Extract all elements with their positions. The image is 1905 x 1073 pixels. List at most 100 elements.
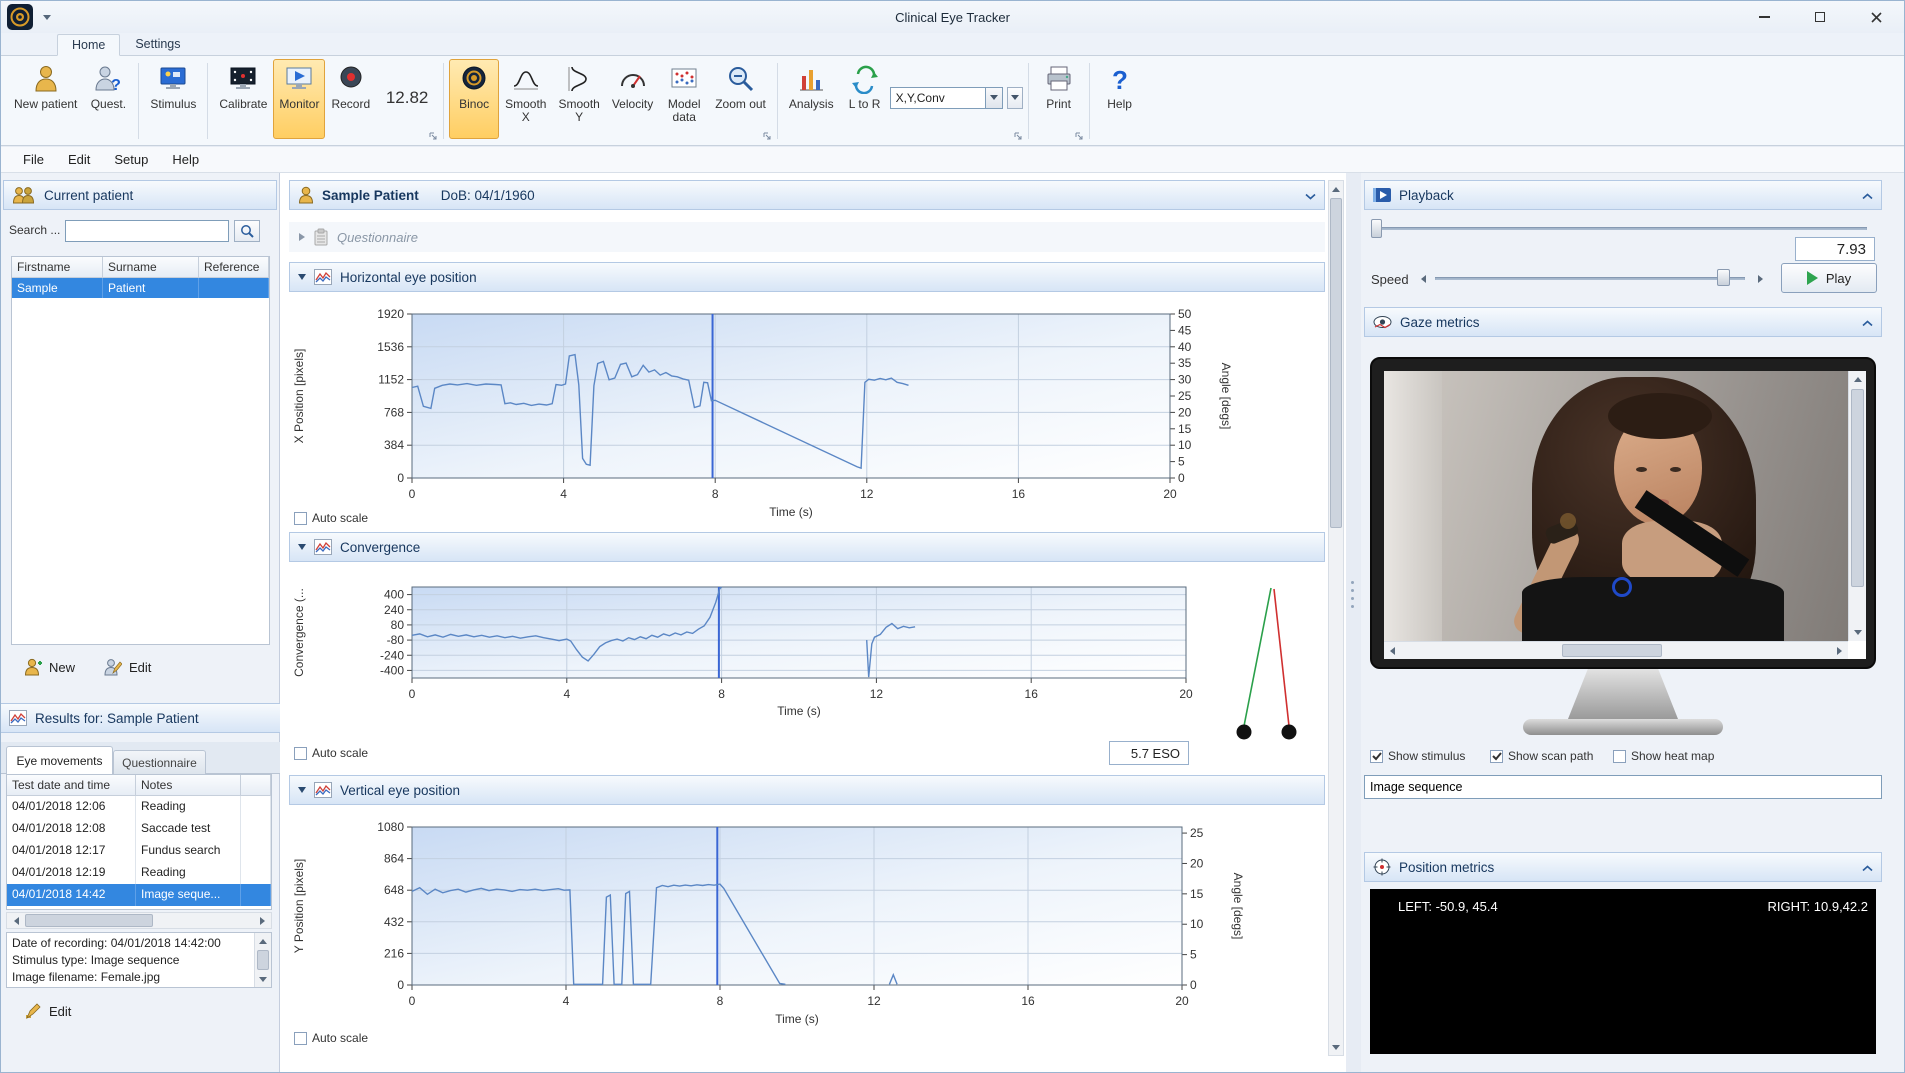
maximize-button[interactable]	[1792, 1, 1848, 33]
plot-mode-extra-dropdown-button[interactable]	[1007, 87, 1023, 109]
result-row[interactable]: 04/01/2018 12:08 Saccade test	[7, 818, 271, 840]
collapse-triangle-icon[interactable]	[298, 544, 306, 550]
horizontal-eye-position-chart[interactable]: 0481216200384768115215361920051015202530…	[289, 308, 1325, 522]
scroll-thumb[interactable]	[25, 914, 153, 927]
close-button[interactable]	[1848, 1, 1904, 33]
show-heat-map-checkbox[interactable]	[1613, 750, 1626, 763]
minimize-button[interactable]	[1736, 1, 1792, 33]
menu-file[interactable]: File	[11, 149, 56, 170]
menu-edit[interactable]: Edit	[56, 149, 102, 170]
quick-access-customize-icon[interactable]	[43, 15, 51, 20]
scroll-thumb[interactable]	[1330, 198, 1342, 528]
patient-row[interactable]: Sample Patient	[12, 278, 269, 298]
speed-decrease-icon[interactable]	[1416, 271, 1430, 287]
model-data-button[interactable]: Model data	[659, 59, 709, 139]
vertical-section-header[interactable]: Vertical eye position	[289, 775, 1325, 805]
velocity-button[interactable]: Velocity	[606, 59, 659, 139]
binoc-button[interactable]: Binoc	[449, 59, 499, 139]
show-stimulus-checkbox[interactable]	[1370, 750, 1383, 763]
column-header[interactable]: Firstname	[12, 257, 103, 278]
expand-chevron-icon[interactable]	[299, 233, 305, 241]
details-scrollbar[interactable]	[254, 933, 271, 987]
auto-scale-checkbox[interactable]	[294, 747, 307, 760]
new-patient-sidebar-button[interactable]: New	[15, 653, 84, 681]
stimulus-button[interactable]: Stimulus	[144, 59, 202, 139]
scroll-left-icon[interactable]	[9, 913, 23, 928]
result-row[interactable]: 04/01/2018 12:06 Reading	[7, 796, 271, 818]
column-header[interactable]: Surname	[103, 257, 199, 278]
show-heat-map-option[interactable]: Show heat map	[1613, 749, 1714, 763]
column-header[interactable]: Test date and time	[7, 775, 136, 796]
column-header[interactable]: Reference	[199, 257, 269, 278]
scroll-right-icon[interactable]	[255, 913, 269, 928]
speed-slider-thumb[interactable]	[1717, 269, 1730, 286]
show-stimulus-option[interactable]: Show stimulus	[1370, 749, 1465, 763]
tab-home[interactable]: Home	[57, 34, 120, 56]
plot-mode-combo[interactable]: X,Y,Conv	[890, 87, 1003, 109]
scroll-down-icon[interactable]	[1329, 1040, 1343, 1054]
search-button[interactable]	[234, 220, 260, 242]
convergence-section-header[interactable]: Convergence	[289, 532, 1325, 562]
patient-summary-header[interactable]: Sample Patient DoB: 04/1/1960	[289, 180, 1325, 210]
result-row[interactable]: 04/01/2018 12:19 Reading	[7, 862, 271, 884]
monitor-button[interactable]: Monitor	[273, 59, 325, 139]
tab-eye-movements[interactable]: Eye movements	[6, 746, 113, 774]
plot-mode-value[interactable]: X,Y,Conv	[890, 87, 986, 109]
auto-scale-checkbox[interactable]	[294, 512, 307, 525]
position-metrics-header[interactable]: Position metrics	[1364, 852, 1882, 882]
help-button[interactable]: ? Help	[1095, 59, 1145, 139]
scroll-thumb[interactable]	[1851, 389, 1864, 587]
playback-slider-track[interactable]	[1375, 227, 1867, 230]
questionnaire-section-row[interactable]: Questionnaire	[289, 222, 1325, 252]
result-row[interactable]: 04/01/2018 12:17 Fundus search	[7, 840, 271, 862]
scroll-up-icon[interactable]	[1849, 373, 1866, 386]
analysis-button[interactable]: Analysis	[783, 59, 840, 139]
play-button[interactable]: Play	[1781, 263, 1877, 293]
edit-result-button[interactable]: Edit	[15, 997, 80, 1025]
main-vertical-scrollbar[interactable]	[1328, 180, 1344, 1056]
collapse-chevron-icon[interactable]	[1862, 315, 1873, 330]
scroll-right-icon[interactable]	[1833, 642, 1846, 659]
gaze-metrics-header[interactable]: Gaze metrics	[1364, 307, 1882, 337]
result-row-selected[interactable]: 04/01/2018 14:42 Image seque...	[7, 884, 271, 906]
screen-vertical-scrollbar[interactable]	[1848, 371, 1866, 641]
speed-slider-track[interactable]	[1435, 277, 1745, 280]
tab-settings[interactable]: Settings	[120, 33, 195, 55]
collapse-chevron-icon[interactable]	[1862, 188, 1873, 203]
group-dialog-launcher-icon[interactable]	[1013, 129, 1023, 144]
auto-scale-checkbox[interactable]	[294, 1032, 307, 1045]
smooth-x-button[interactable]: Smooth X	[499, 59, 552, 139]
menu-setup[interactable]: Setup	[102, 149, 160, 170]
scroll-down-icon[interactable]	[255, 972, 271, 986]
results-horizontal-scrollbar[interactable]	[6, 912, 272, 929]
tab-questionnaire[interactable]: Questionnaire	[113, 750, 206, 774]
print-button[interactable]: Print	[1034, 59, 1084, 139]
column-header[interactable]	[241, 775, 271, 796]
scroll-thumb[interactable]	[257, 950, 269, 970]
l-to-r-button[interactable]: L to R	[840, 59, 890, 139]
combo-dropdown-icon[interactable]	[986, 87, 1003, 109]
column-header[interactable]: Notes	[136, 775, 241, 796]
show-scan-path-option[interactable]: Show scan path	[1490, 749, 1593, 763]
edit-patient-button[interactable]: Edit	[95, 653, 160, 681]
scroll-up-icon[interactable]	[1329, 182, 1343, 196]
new-patient-button[interactable]: New patient	[8, 59, 83, 139]
patient-search-input[interactable]	[65, 220, 229, 242]
speed-increase-icon[interactable]	[1753, 271, 1767, 287]
questionnaire-button[interactable]: ? Quest.	[83, 59, 133, 139]
collapse-chevron-icon[interactable]	[1305, 188, 1316, 203]
group-dialog-launcher-icon[interactable]	[428, 129, 438, 144]
collapse-chevron-icon[interactable]	[1862, 860, 1873, 875]
scroll-up-icon[interactable]	[255, 934, 271, 948]
convergence-chart[interactable]: 048121620-400-240-8080240400Time (s)Conv…	[289, 581, 1201, 721]
collapse-triangle-icon[interactable]	[298, 787, 306, 793]
stimulus-name-field[interactable]	[1364, 775, 1882, 799]
show-scan-path-checkbox[interactable]	[1490, 750, 1503, 763]
record-button[interactable]: Record	[325, 59, 376, 139]
scroll-left-icon[interactable]	[1386, 642, 1399, 659]
playback-time-value[interactable]: 7.93	[1795, 237, 1875, 261]
collapse-triangle-icon[interactable]	[298, 274, 306, 280]
playback-header[interactable]: Playback	[1364, 180, 1882, 210]
group-dialog-launcher-icon[interactable]	[762, 129, 772, 144]
group-dialog-launcher-icon[interactable]	[1074, 129, 1084, 144]
